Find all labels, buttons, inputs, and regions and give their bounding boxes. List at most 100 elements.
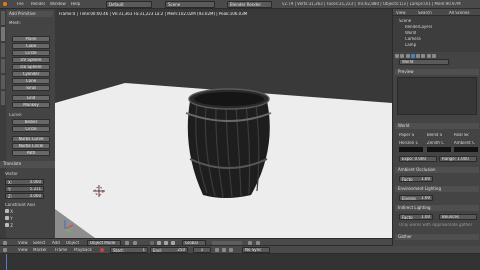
constraints-tab-icon[interactable]	[421, 54, 426, 58]
tab-tools[interactable]	[1, 11, 5, 25]
add-cube-button[interactable]: Cube	[12, 43, 50, 49]
gather-panel-header[interactable]: Gather	[395, 234, 479, 240]
translate-icon[interactable]	[157, 241, 161, 245]
environment-lighting-header[interactable]: Environment Lighting	[395, 186, 479, 192]
current-frame-field[interactable]: 1	[193, 247, 211, 253]
indirect-factor-field[interactable]: Facto 1.00	[399, 214, 433, 220]
sync-mode-selector[interactable]: No Sync	[242, 247, 270, 253]
add-plane-button[interactable]: Plane	[12, 36, 50, 42]
snap-icon[interactable]	[248, 241, 252, 245]
render-engine-selector[interactable]: Blender Render	[227, 1, 272, 8]
add-nurbs-curve-button[interactable]: Nurbs Curve	[12, 136, 50, 142]
add-ico-sphere-button[interactable]: Ico Sphere	[12, 64, 50, 70]
timeline-track[interactable]	[0, 254, 480, 270]
tab-animation[interactable]	[1, 59, 5, 73]
render-layers-tab-icon[interactable]	[400, 54, 405, 58]
range-field[interactable]: Range: 1.000	[439, 156, 477, 162]
editor-type-icon[interactable]	[3, 241, 7, 245]
scene-selector[interactable]: Scene	[165, 1, 215, 8]
object-tab-icon[interactable]	[416, 54, 421, 58]
world-panel-header[interactable]: World	[395, 123, 479, 129]
outliner-item-renderlayers[interactable]: RenderLayers	[405, 25, 432, 29]
viewport-menu-select[interactable]: Select	[33, 241, 45, 245]
preview-panel-header[interactable]: Preview	[395, 69, 479, 75]
tab-grease-pencil[interactable]	[1, 91, 5, 105]
zenith-color-swatch[interactable]	[427, 147, 451, 152]
indirect-lighting-header[interactable]: Indirect Lighting	[395, 205, 479, 211]
manipulator-icon[interactable]	[150, 241, 154, 245]
modifiers-tab-icon[interactable]	[426, 54, 431, 58]
add-torus-button[interactable]: Torus	[12, 85, 50, 91]
outliner-item-scene[interactable]: Scene	[399, 19, 411, 23]
horizon-color-swatch[interactable]	[399, 147, 423, 152]
constraint-z-checkbox[interactable]: Z	[5, 223, 13, 228]
play-icon[interactable]	[222, 248, 226, 252]
blend-sky-checkbox[interactable]: Blend S	[427, 133, 442, 137]
material-tab-icon[interactable]	[431, 54, 436, 58]
constraint-x-checkbox[interactable]: X	[5, 209, 13, 214]
outliner-item-camera[interactable]: Camera	[405, 37, 421, 41]
real-sky-checkbox[interactable]: Real Sk	[454, 133, 469, 137]
vector-y-field[interactable]: Y: 5.311	[5, 186, 44, 192]
outliner-display-mode[interactable]: All Scenes	[449, 11, 470, 15]
scene-tab-icon[interactable]	[405, 54, 410, 58]
bounces-field[interactable]: Bounces	[439, 214, 477, 220]
env-energy-field[interactable]: Energy 1.00	[399, 195, 433, 201]
outliner-menu-view[interactable]: View	[396, 11, 406, 15]
exposure-field[interactable]: Expo: 0.000	[399, 156, 437, 162]
blender-logo-icon[interactable]	[3, 2, 7, 6]
render-preview-icon[interactable]	[256, 241, 260, 245]
outliner-menu-search[interactable]: Search	[418, 11, 432, 15]
add-monkey-button[interactable]: Monkey	[12, 102, 50, 108]
playhead[interactable]	[6, 254, 7, 270]
scale-icon[interactable]	[171, 241, 175, 245]
jump-end-icon[interactable]	[229, 248, 233, 252]
start-frame-field[interactable]: Start: 1	[110, 247, 148, 253]
jump-start-icon[interactable]	[215, 248, 219, 252]
ambient-occlusion-header[interactable]: Ambient Occlusion	[395, 167, 479, 173]
timeline-menu-frame[interactable]: Frame	[55, 248, 67, 252]
add-cone-button[interactable]: Cone	[12, 78, 50, 84]
pivot-point-icon[interactable]	[133, 241, 137, 245]
viewport-menu-add[interactable]: Add	[52, 241, 60, 245]
end-frame-field[interactable]: End: 250	[150, 247, 188, 253]
menu-file[interactable]: File	[17, 2, 24, 6]
viewport-menu-object[interactable]: Object	[66, 241, 79, 245]
layers-icon[interactable]	[212, 241, 242, 245]
tab-create[interactable]	[1, 27, 5, 41]
render-tab-icon[interactable]	[395, 54, 399, 58]
world-datablock-field[interactable]: World	[399, 59, 449, 65]
ambient-color-swatch[interactable]	[454, 147, 478, 152]
3d-viewport[interactable]: Frame:4 | Time:00:00.46 | Ve:31,363 Fa:3…	[55, 9, 392, 238]
add-bezier-button[interactable]: Bezier	[12, 119, 50, 125]
menu-render[interactable]: Render	[31, 2, 45, 6]
add-primitive-header[interactable]: Add Primitive	[7, 11, 53, 17]
add-circle-button[interactable]: Circle	[12, 50, 50, 56]
add-nurbs-circle-button[interactable]: Nurbs Circle	[12, 143, 50, 149]
add-curve-circle-button[interactable]: Circle	[12, 126, 50, 132]
operator-panel-header[interactable]: Translate	[0, 161, 55, 168]
timeline-editor-icon[interactable]	[3, 248, 7, 252]
add-uv-sphere-button[interactable]: UV Sphere	[12, 57, 50, 63]
screen-layout-selector[interactable]: Default	[106, 1, 152, 8]
ao-factor-field[interactable]: Facto 1.00	[399, 176, 433, 182]
add-cylinder-button[interactable]: Cylinder	[12, 71, 50, 77]
rotate-icon[interactable]	[164, 241, 168, 245]
constraint-y-checkbox[interactable]: Y	[5, 216, 13, 221]
viewport-shading-icon[interactable]	[125, 241, 129, 245]
vector-z-field[interactable]: Z: 0.000	[5, 193, 44, 199]
add-grid-button[interactable]: Grid	[12, 95, 50, 101]
menu-help[interactable]: Help	[71, 2, 80, 6]
vector-x-field[interactable]: X: 0.000	[5, 179, 44, 185]
tab-relations[interactable]	[1, 43, 5, 57]
timeline-menu-playback[interactable]: Playback	[74, 248, 92, 252]
outliner-item-world[interactable]: World	[405, 31, 416, 35]
menu-window[interactable]: Window	[50, 2, 66, 6]
world-tab-icon[interactable]	[410, 54, 415, 58]
timeline-menu-view[interactable]: View	[18, 248, 28, 252]
record-icon[interactable]	[100, 248, 104, 252]
outliner-item-lamp[interactable]: Lamp	[405, 43, 416, 47]
paper-sky-checkbox[interactable]: Paper S	[399, 133, 414, 137]
timeline-menu-marker[interactable]: Marker	[33, 248, 47, 252]
tab-physics[interactable]	[1, 75, 5, 89]
